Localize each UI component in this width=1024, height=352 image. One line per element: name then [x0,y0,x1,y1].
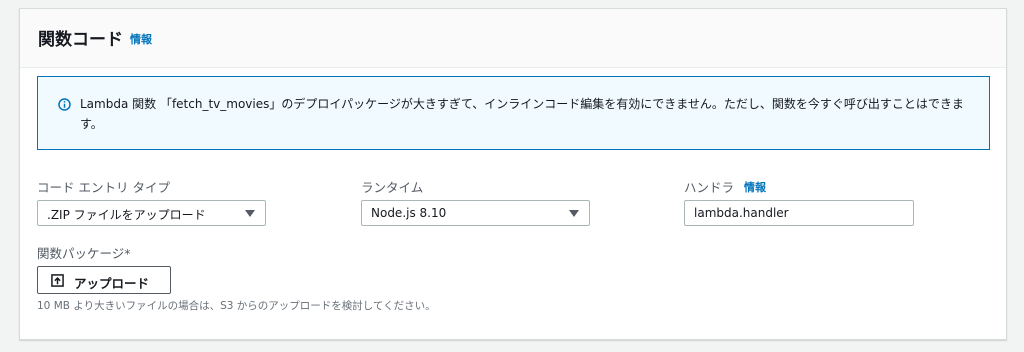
code-entry-type-select[interactable]: .ZIP ファイルをアップロード [37,200,266,226]
info-alert: Lambda 関数 「fetch_tv_movies」のデプロイパッケージが大き… [37,76,990,150]
code-entry-type-label: コード エントリ タイプ [37,180,170,195]
upload-icon [51,274,64,287]
panel-title: 関数コード [38,30,123,50]
handler-label: ハンドラ [684,180,735,195]
handler-info-link[interactable]: 情報 [744,179,766,195]
dropdown-arrow-icon [569,210,579,217]
panel-info-link[interactable]: 情報 [130,31,152,47]
code-entry-type-value: .ZIP ファイルをアップロード [47,208,206,222]
function-package-label: 関数パッケージ* [37,246,131,261]
function-code-panel: 関数コード 情報 Lambda 関数 「fetch_tv_movies」のデプロ… [19,8,1007,340]
upload-button-label: アップロード [74,276,150,291]
upload-hint: 10 MB より大きいファイルの場合は、S3 からのアップロードを検討してくださ… [37,300,436,312]
info-circle-icon [58,98,71,111]
alert-message: Lambda 関数 「fetch_tv_movies」のデプロイパッケージが大き… [80,97,964,131]
upload-button[interactable]: アップロード [37,266,171,294]
handler-input[interactable] [684,200,914,226]
runtime-select[interactable]: Node.js 8.10 [361,200,590,226]
runtime-value: Node.js 8.10 [371,206,447,220]
runtime-label: ランタイム [361,180,424,195]
panel-header: 関数コード 情報 [20,9,1006,68]
dropdown-arrow-icon [245,210,255,217]
